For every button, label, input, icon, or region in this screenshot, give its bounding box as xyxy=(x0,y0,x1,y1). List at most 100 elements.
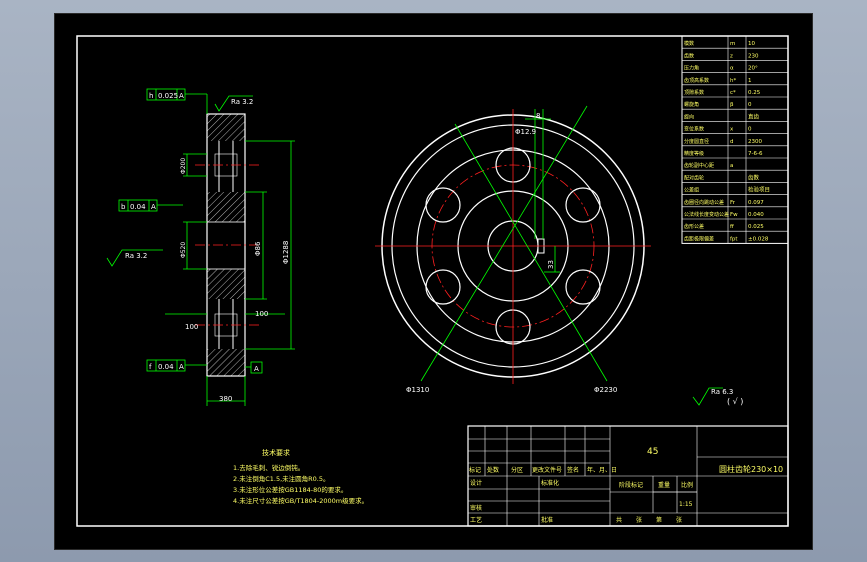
roughness-symbol-left: Ra 3.2 xyxy=(106,249,163,267)
param-cell: Fw xyxy=(730,212,738,218)
dim-right-100: 100 xyxy=(255,310,268,318)
svg-text:处数: 处数 xyxy=(487,466,499,474)
surface-roughness-note: Ra 6.3 ( √ ) xyxy=(692,387,743,406)
rim-hatch-top xyxy=(207,114,245,141)
param-cell: 直齿 xyxy=(748,112,760,120)
material-value: 45 xyxy=(647,447,658,457)
param-cell: 0 xyxy=(748,102,752,108)
keyway-dim-label: Φ12.9 xyxy=(515,128,536,136)
svg-text:张: 张 xyxy=(676,516,682,524)
param-cell: α xyxy=(730,66,734,72)
svg-text:张: 张 xyxy=(636,516,642,524)
param-cell: 齿圈径向跳动公差 xyxy=(684,199,724,206)
tech-req-title: 技术要求 xyxy=(262,448,290,457)
param-cell: 精度等级 xyxy=(684,150,704,157)
svg-text:阶段标记: 阶段标记 xyxy=(619,481,643,489)
param-cell: 7-6-6 xyxy=(748,151,763,157)
param-cell: Fr xyxy=(730,200,736,206)
param-cell: 变位系数 xyxy=(684,126,704,133)
svg-text:比例: 比例 xyxy=(681,481,693,489)
param-cell: 螺旋角 xyxy=(684,101,699,108)
param-cell: 10 xyxy=(748,41,755,47)
scale-value: 1:15 xyxy=(679,501,693,508)
drawing-frame xyxy=(76,35,789,527)
param-cell: z xyxy=(730,53,733,59)
svg-text:( √ ): ( √ ) xyxy=(727,397,743,406)
param-cell: h* xyxy=(730,78,736,84)
svg-text:共: 共 xyxy=(616,516,622,524)
param-cell: 顶隙系数 xyxy=(684,89,704,96)
param-cell: d xyxy=(730,139,734,145)
param-cell: 230 xyxy=(748,53,759,59)
front-view: 8 Φ12.9 33 Φ1310 Φ2230 xyxy=(375,105,651,394)
leader-label-left: Φ1310 xyxy=(406,386,429,394)
svg-text:批准: 批准 xyxy=(541,516,553,524)
param-cell: fpt xyxy=(730,236,738,242)
param-cell: 0.040 xyxy=(748,212,764,218)
leader-label-right: Φ2230 xyxy=(594,386,617,394)
dim-mid-dia: Φ520 xyxy=(180,242,187,258)
param-cell: 分度圆直径 xyxy=(684,138,709,145)
param-cell: 齿数 xyxy=(748,173,760,181)
hub-hatch-lower xyxy=(207,269,245,299)
svg-text:重量: 重量 xyxy=(658,481,670,489)
drawing-title: 圆柱齿轮230×10 xyxy=(719,464,783,474)
param-cell: 齿顶高系数 xyxy=(684,77,709,84)
gear-parameter-table: 模数 m 10 齿数 z 230 压力角 α 20° 齿顶高系数 h* 1 顶隙系数 c* 0.25 螺旋角 β… xyxy=(681,35,789,244)
svg-text:f: f xyxy=(149,363,152,371)
svg-text:工艺: 工艺 xyxy=(470,516,482,524)
tech-req-item: 1.去除毛刺、锐边倒钝。 xyxy=(233,463,304,472)
param-cell: 配对齿轮 xyxy=(684,174,704,181)
svg-text:设计: 设计 xyxy=(470,479,482,487)
svg-text:第: 第 xyxy=(656,516,662,524)
param-cell: 2300 xyxy=(748,139,762,145)
svg-text:A: A xyxy=(179,363,184,371)
side-section-view: 380 100 100 Φ1288 Φ86 Φ520 Φ200 h 0.025 … xyxy=(106,88,295,406)
svg-text:年、月、日: 年、月、日 xyxy=(587,466,617,474)
svg-text:0.04: 0.04 xyxy=(158,363,174,371)
param-cell: 齿数 xyxy=(684,52,694,59)
svg-text:分区: 分区 xyxy=(511,466,523,474)
param-cell: m xyxy=(730,41,735,47)
svg-text:A: A xyxy=(151,203,156,211)
dim-bore-dia: Φ200 xyxy=(180,158,187,174)
svg-text:h: h xyxy=(149,92,153,100)
param-cell: 0.097 xyxy=(748,200,764,206)
tech-req-item: 3.未注形位公差按GB1184-80的要求。 xyxy=(233,485,347,494)
rim-hatch-bottom xyxy=(207,349,245,376)
tech-req-item: 4.未注尺寸公差按GB/T1804-2000m级要求。 xyxy=(233,496,368,505)
tolerance-frame-top: h 0.025 A xyxy=(146,88,208,114)
keyway-width-label: 8 xyxy=(536,112,540,120)
tech-req-item: 2.未注倒角C1.5,未注圆角R0.5。 xyxy=(233,474,330,483)
technical-requirements: 技术要求 1.去除毛刺、锐边倒钝。 2.未注倒角C1.5,未注圆角R0.5。 3… xyxy=(233,448,368,505)
param-cell: x xyxy=(730,127,734,133)
param-cell: 模数 xyxy=(684,40,694,47)
svg-text:A: A xyxy=(254,365,259,373)
param-cell: 公法线长度变动公差 xyxy=(684,211,729,218)
cad-drawing-viewport[interactable]: 380 100 100 Φ1288 Φ86 Φ520 Φ200 h 0.025 … xyxy=(54,13,813,550)
param-cell: ±0.028 xyxy=(748,236,769,242)
param-cell: 检验项目 xyxy=(748,186,770,194)
svg-text:0.04: 0.04 xyxy=(130,203,146,211)
param-cell: c* xyxy=(730,90,736,96)
svg-text:更改文件号: 更改文件号 xyxy=(532,466,562,474)
param-cell: 齿形公差 xyxy=(684,223,704,230)
param-cell: 0.25 xyxy=(748,90,761,96)
svg-text:标准化: 标准化 xyxy=(541,479,559,487)
svg-text:审核: 审核 xyxy=(470,504,482,512)
drawing-canvas: 380 100 100 Φ1288 Φ86 Φ520 Φ200 h 0.025 … xyxy=(76,35,789,527)
param-cell: 齿轮副中心距 xyxy=(684,162,714,169)
dim-left-100: 100 xyxy=(185,323,198,331)
param-cell: a xyxy=(730,163,733,169)
svg-text:标记: 标记 xyxy=(469,466,481,474)
datum-marker: A xyxy=(245,361,263,374)
param-cell: 压力角 xyxy=(684,65,699,72)
dim-width-bottom: 380 xyxy=(219,395,232,403)
param-cell: 1 xyxy=(748,78,752,84)
param-cell: 齿距极限偏差 xyxy=(684,235,714,242)
param-cell: β xyxy=(730,102,734,108)
title-block: 标记 处数 分区 更改文件号 签名 年、月、日 设计 标准化 审核 工艺 批准 … xyxy=(467,425,789,527)
param-cell: 0 xyxy=(748,127,752,133)
tolerance-frame-mid: b 0.04 A xyxy=(118,199,183,212)
svg-text:b: b xyxy=(121,203,126,211)
